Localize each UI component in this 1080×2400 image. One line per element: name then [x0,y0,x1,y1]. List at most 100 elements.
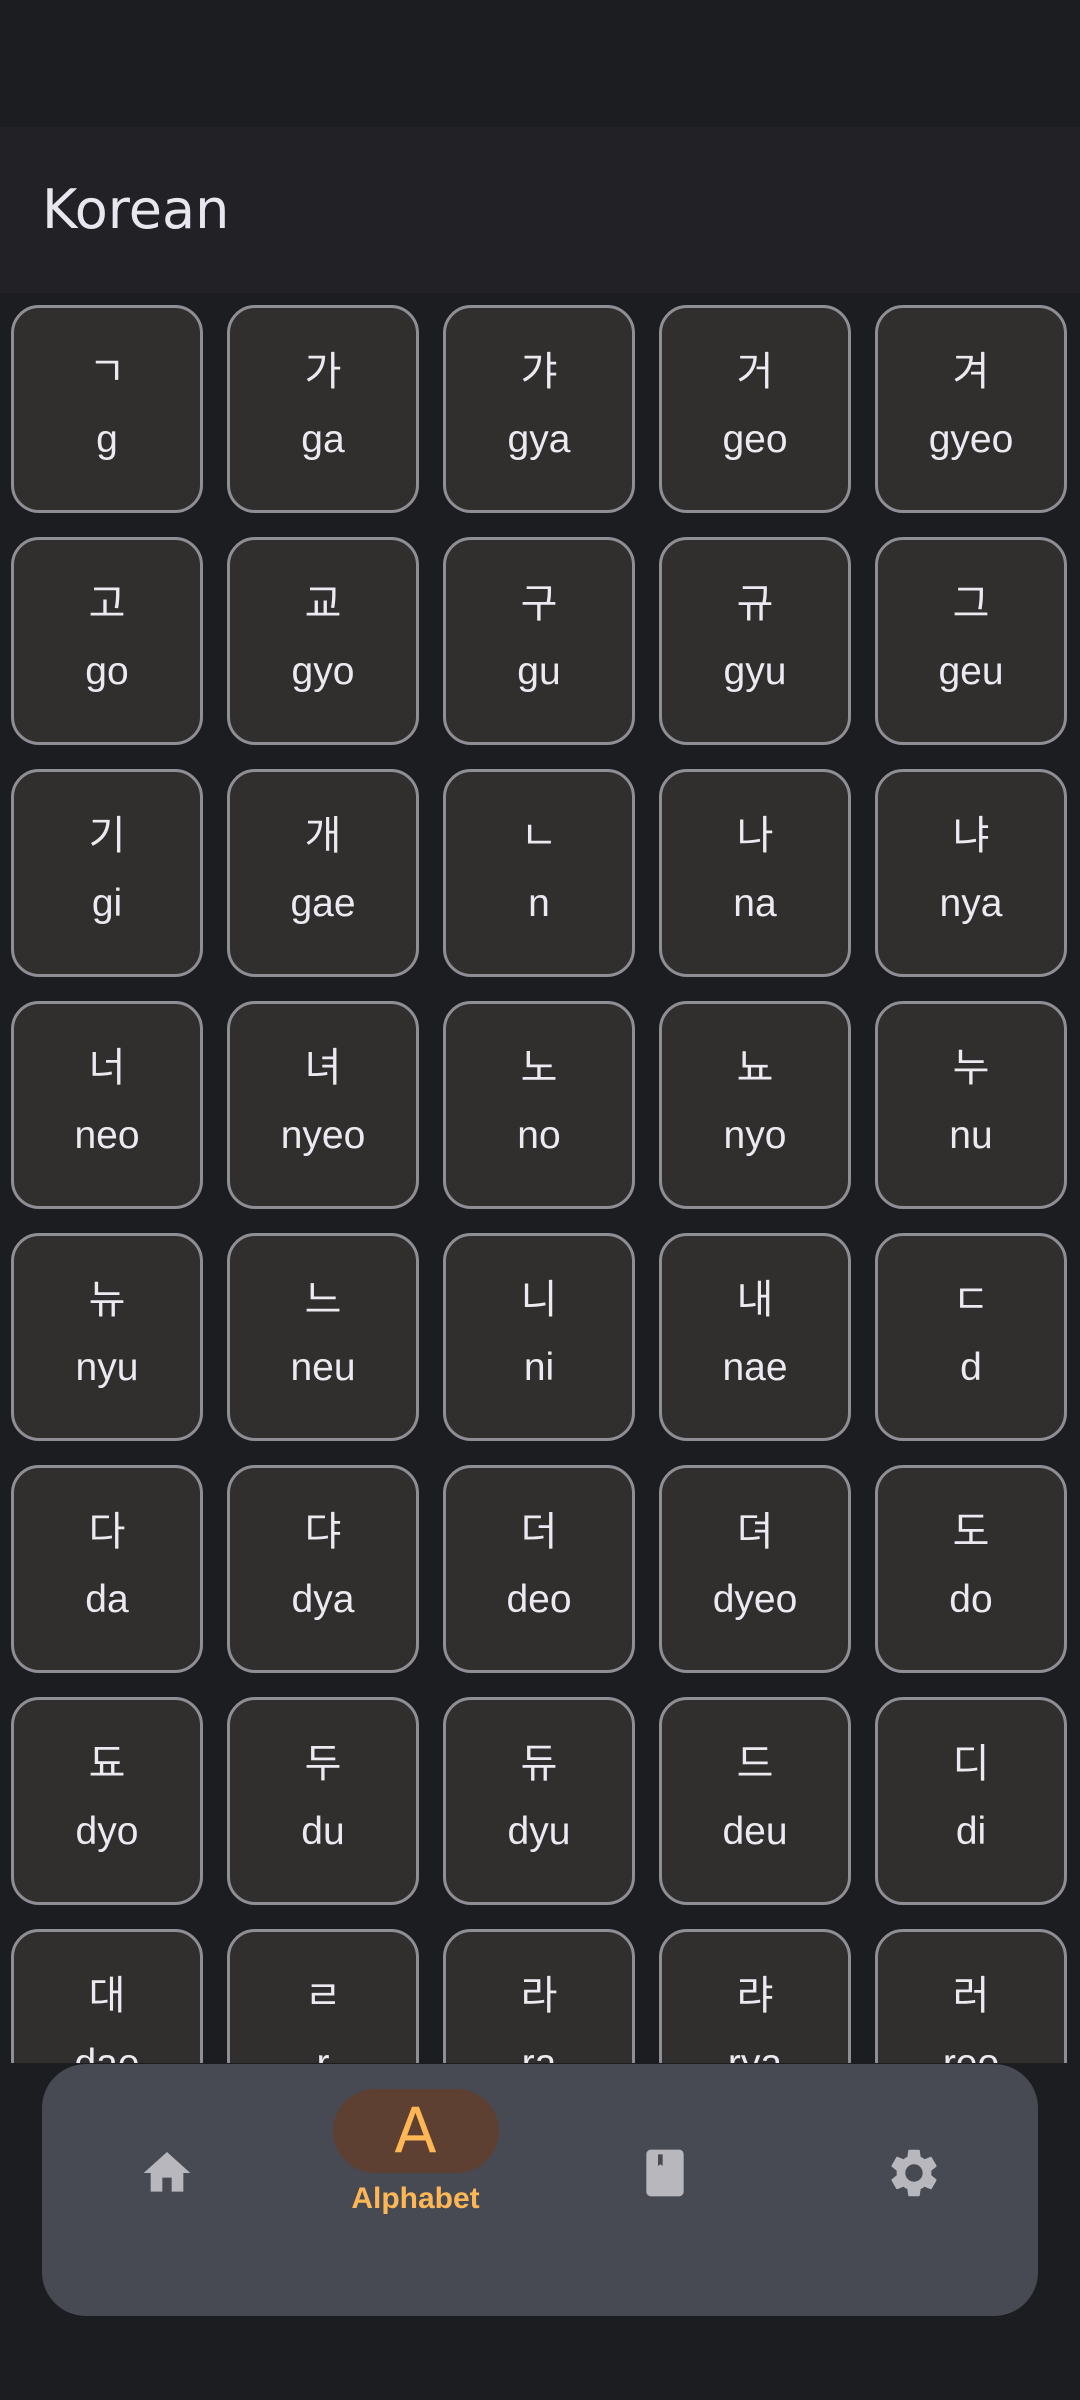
system-navigation-area [0,2316,1080,2400]
romanization: go [85,650,129,693]
romanization: gyo [291,650,355,693]
letter-card[interactable]: 기 gi [11,769,203,977]
romanization: gyeo [928,418,1014,461]
hangul-character: ㄴ [520,813,558,859]
letter-card[interactable]: 냐 nya [875,769,1067,977]
letter-card[interactable]: 뇨 nyo [659,1001,851,1209]
letter-card[interactable]: 러 reo [875,1929,1067,2063]
top-app-bar: Korean [0,127,1080,293]
letter-card[interactable]: 됴 dyo [11,1697,203,1905]
romanization: na [733,882,777,925]
nav-home[interactable] [42,2064,291,2316]
hangul-character: 더 [520,1509,558,1555]
hangul-character: 뉴 [88,1277,126,1323]
letter-card[interactable]: 거 geo [659,305,851,513]
hangul-character: ㄹ [304,1973,342,2019]
bottom-navigation-bar: A Alphabet [42,2064,1038,2316]
romanization: dyu [507,1810,571,1853]
letter-card[interactable]: 드 deu [659,1697,851,1905]
letter-card[interactable]: 듀 dyu [443,1697,635,1905]
romanization: ni [523,1346,555,1389]
letter-card[interactable]: 개 gae [227,769,419,977]
hangul-character: 듀 [520,1741,558,1787]
home-icon [137,2143,197,2203]
hangul-character: 구 [520,581,558,627]
letter-card[interactable]: 구 gu [443,537,635,745]
romanization: n [528,882,550,925]
letter-card[interactable]: 겨 gyeo [875,305,1067,513]
hangul-character: ㄷ [952,1277,990,1323]
book-icon [635,2143,695,2203]
hangul-character: 뇨 [736,1045,774,1091]
nav-alphabet[interactable]: A Alphabet [291,2064,540,2316]
romanization: gu [517,650,561,693]
hangul-character: 갸 [520,349,558,395]
romanization: geu [938,650,1004,693]
letter-card[interactable]: 느 neu [227,1233,419,1441]
letter-card[interactable]: 라 ra [443,1929,635,2063]
romanization: nu [949,1114,993,1157]
letter-card[interactable]: 뉴 nyu [11,1233,203,1441]
letter-grid: ㄱ g 가 ga 갸 gya 거 geo 겨 gyeo 고 go 교 gyo 구 gu 규 gyu 그 geu 기 gi 개… [11,305,1067,2063]
letter-card[interactable]: 그 geu [875,537,1067,745]
hangul-character: 기 [88,813,126,859]
letter-card[interactable]: 도 do [875,1465,1067,1673]
page-title: Korean [42,178,230,241]
letter-card[interactable]: 더 deo [443,1465,635,1673]
hangul-character: 그 [952,581,990,627]
letter-card[interactable]: 다 da [11,1465,203,1673]
letter-card[interactable]: 규 gyu [659,537,851,745]
letter-card[interactable]: 댜 dya [227,1465,419,1673]
alphabet-icon: A [394,2094,437,2167]
romanization: no [517,1114,561,1157]
letter-card[interactable]: 누 nu [875,1001,1067,1209]
hangul-character: 너 [88,1045,126,1091]
romanization: rya [728,2039,782,2063]
letter-card[interactable]: 디 di [875,1697,1067,1905]
hangul-character: 도 [952,1509,990,1555]
letter-card[interactable]: 뎌 dyeo [659,1465,851,1673]
letter-card[interactable]: 고 go [11,537,203,745]
romanization: nyeo [280,1114,366,1157]
hangul-character: 냐 [952,813,990,859]
romanization: d [960,1346,982,1389]
letter-card[interactable]: 가 ga [227,305,419,513]
romanization: deu [722,1810,788,1853]
letter-card[interactable]: 두 du [227,1697,419,1905]
letter-card[interactable]: ㄹr [227,1929,419,2063]
letter-card[interactable]: 갸 gya [443,305,635,513]
hangul-character: 겨 [952,349,990,395]
romanization: g [96,418,118,461]
letter-card[interactable]: ㄴn [443,769,635,977]
romanization: neo [74,1114,140,1157]
romanization: dyo [75,1810,139,1853]
letter-card[interactable]: 대 dae [11,1929,203,2063]
letter-card[interactable]: 녀 nyeo [227,1001,419,1209]
letter-card[interactable]: 교 gyo [227,537,419,745]
hangul-character: ㄱ [88,349,126,395]
letter-card[interactable]: 랴 rya [659,1929,851,2063]
letter-card[interactable]: 노 no [443,1001,635,1209]
letter-card[interactable]: 나 na [659,769,851,977]
romanization: dae [74,2039,139,2063]
hangul-character: 두 [304,1741,342,1787]
letter-grid-scroll[interactable]: ㄱ g 가 ga 갸 gya 거 geo 겨 gyeo 고 go 교 gyo 구 gu 규 gyu 그 geu 기 gi 개… [0,293,1080,2063]
hangul-character: 나 [736,813,774,859]
hangul-character: 노 [520,1045,558,1091]
nav-book[interactable] [540,2064,789,2316]
romanization: du [301,1810,345,1853]
letter-card[interactable]: 니 ni [443,1233,635,1441]
letter-card[interactable]: ㄱg [11,305,203,513]
hangul-character: 디 [952,1741,990,1787]
letter-card[interactable]: ㄷd [875,1233,1067,1441]
hangul-character: 랴 [736,1973,774,2019]
romanization: ga [301,418,345,461]
letter-card[interactable]: 내 nae [659,1233,851,1441]
letter-card[interactable]: 너 neo [11,1001,203,1209]
hangul-character: 내 [736,1277,774,1323]
romanization: r [317,2039,330,2063]
nav-settings[interactable] [789,2064,1038,2316]
alphabet-active-indicator: A [332,2089,499,2173]
romanization: deo [506,1578,572,1621]
hangul-character: 댜 [304,1509,342,1555]
